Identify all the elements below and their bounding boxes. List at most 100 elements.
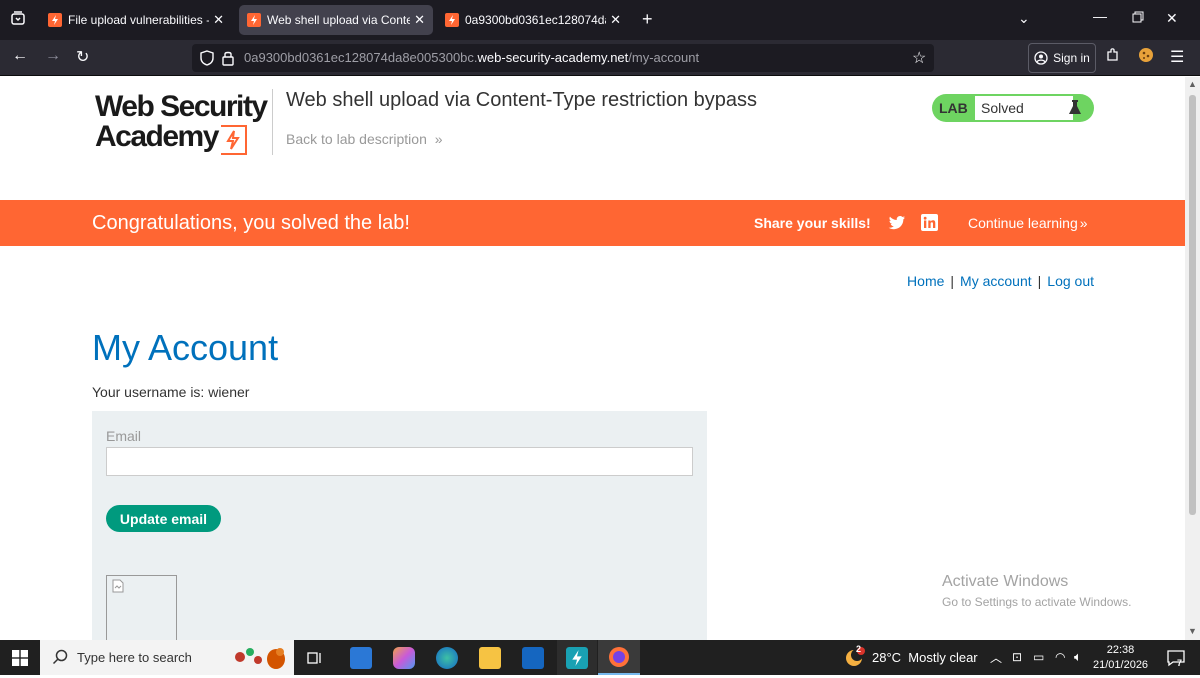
- tab-strip: File upload vulnerabilities - Port ✕ Web…: [0, 0, 1200, 40]
- battery-icon[interactable]: ▭: [1033, 650, 1044, 664]
- search-placeholder: Type here to search: [77, 650, 192, 665]
- logo-line2[interactable]: Academy: [95, 121, 219, 153]
- portswigger-icon: [48, 13, 62, 27]
- clock-date: 21/01/2026: [1093, 659, 1149, 671]
- update-email-button[interactable]: Update email: [106, 505, 221, 532]
- outlook-icon[interactable]: [522, 647, 544, 669]
- username-text: Your username is: wiener: [92, 384, 250, 400]
- page-scrollbar[interactable]: ▲ ▼: [1185, 77, 1200, 640]
- edge-icon[interactable]: [436, 647, 458, 669]
- tab-file-upload[interactable]: File upload vulnerabilities - Port ✕: [40, 5, 232, 35]
- clock-time: 22:38: [1106, 644, 1135, 656]
- file-explorer-icon[interactable]: [479, 647, 501, 669]
- web-page: Web Security Academy Web shell upload vi…: [0, 77, 1185, 640]
- email-field[interactable]: [106, 447, 693, 476]
- task-view-icon[interactable]: [307, 650, 323, 669]
- lab-title: Web shell upload via Content-Type restri…: [286, 89, 757, 111]
- my-account-link[interactable]: My account: [960, 273, 1032, 289]
- system-clock[interactable]: 22:38 21/01/2026: [1093, 643, 1148, 673]
- menu-icon[interactable]: ☰: [1170, 47, 1184, 67]
- cookie-extension-icon[interactable]: [1138, 47, 1154, 68]
- forward-arrow-icon[interactable]: →: [45, 47, 61, 65]
- chevrons-right-icon: »: [1079, 215, 1088, 231]
- portswigger-icon: [247, 13, 261, 27]
- lock-icon[interactable]: [222, 50, 234, 71]
- activate-windows-title: Activate Windows: [942, 573, 1069, 590]
- taskbar-firefox-button[interactable]: [598, 640, 640, 675]
- notification-count: 7: [1177, 658, 1183, 668]
- reload-icon[interactable]: ↻: [76, 47, 89, 67]
- top-nav: Home | My account | Log out: [907, 273, 1094, 289]
- header-divider: [272, 89, 273, 155]
- broken-image-icon: [112, 579, 124, 593]
- page-title: My Account: [92, 327, 279, 368]
- tab-lab-instance[interactable]: 0a9300bd0361ec128074da8e00 ✕: [437, 5, 629, 35]
- close-tab-icon[interactable]: ✕: [610, 12, 621, 28]
- nav-separator: |: [950, 273, 955, 289]
- notifications-icon[interactable]: [1166, 648, 1186, 673]
- meet-now-icon[interactable]: ⊡: [1012, 650, 1022, 664]
- firefox-icon: [609, 647, 629, 667]
- volume-icon[interactable]: 🔈︎: [1074, 649, 1082, 665]
- close-tab-icon[interactable]: ✕: [213, 12, 224, 28]
- chevron-down-icon[interactable]: ⌄: [1018, 10, 1030, 27]
- linkedin-icon[interactable]: [921, 214, 938, 236]
- nav-bar: ← → ↻ 0a9300bd0361ec128074da8e005300bc.w…: [0, 40, 1200, 76]
- copilot-icon[interactable]: [393, 647, 415, 669]
- extensions-icon[interactable]: [1105, 47, 1121, 68]
- chevrons-right-icon: »: [434, 131, 443, 147]
- logo-line1[interactable]: Web Security: [95, 91, 268, 123]
- weather-icon[interactable]: [844, 646, 866, 673]
- account-icon: [1034, 51, 1048, 65]
- url-bar[interactable]: 0a9300bd0361ec128074da8e005300bc.web-sec…: [192, 44, 934, 72]
- tab-web-shell-upload[interactable]: Web shell upload via Content-T ✕: [239, 5, 433, 35]
- scroll-down-icon[interactable]: ▼: [1188, 626, 1197, 636]
- wifi-icon[interactable]: ◠: [1055, 650, 1065, 664]
- weather-text[interactable]: 28°C Mostly clear: [872, 650, 978, 665]
- twitter-icon[interactable]: [888, 215, 906, 236]
- windows-start-icon[interactable]: [12, 650, 28, 671]
- back-link-label: Back to lab description: [286, 131, 427, 147]
- continue-learning-link[interactable]: Continue learning»: [968, 215, 1088, 231]
- flask-icon: [1069, 100, 1081, 114]
- squirrel-illustration-icon: [230, 643, 290, 678]
- tab-list-icon[interactable]: [10, 10, 26, 31]
- taskbar-portswigger-button[interactable]: [557, 640, 597, 675]
- new-tab-icon[interactable]: +: [642, 9, 653, 30]
- email-label: Email: [106, 428, 142, 444]
- close-tab-icon[interactable]: ✕: [414, 12, 425, 28]
- sign-in-button[interactable]: Sign in: [1028, 43, 1096, 73]
- continue-learning-label: Continue learning: [968, 215, 1078, 231]
- lab-status-text: Solved: [975, 96, 1073, 120]
- congratulations-message: Congratulations, you solved the lab!: [92, 212, 410, 234]
- share-skills-label: Share your skills!: [754, 215, 871, 231]
- sign-in-label: Sign in: [1053, 51, 1090, 65]
- close-window-icon[interactable]: ✕: [1166, 10, 1178, 27]
- portswigger-icon: [566, 647, 588, 669]
- minimize-icon[interactable]: —: [1093, 8, 1107, 24]
- url-text[interactable]: 0a9300bd0361ec128074da8e005300bc.web-sec…: [244, 50, 699, 65]
- home-link[interactable]: Home: [907, 273, 944, 289]
- log-out-link[interactable]: Log out: [1047, 273, 1094, 289]
- activate-windows-subtitle: Go to Settings to activate Windows.: [942, 595, 1132, 609]
- back-to-lab-link[interactable]: Back to lab description »: [286, 131, 443, 147]
- restore-icon[interactable]: [1132, 10, 1144, 28]
- microsoft-store-icon[interactable]: [350, 647, 372, 669]
- back-arrow-icon[interactable]: ←: [12, 47, 28, 65]
- portswigger-icon: [445, 13, 459, 27]
- tab-title: File upload vulnerabilities - Port: [68, 13, 209, 27]
- tab-title: 0a9300bd0361ec128074da8e00: [465, 13, 606, 27]
- chevron-up-icon[interactable]: ︿: [990, 649, 1002, 666]
- weather-badge: 2: [856, 644, 862, 654]
- taskbar-search[interactable]: Type here to search: [40, 640, 294, 675]
- shield-icon[interactable]: [200, 50, 214, 71]
- bookmark-star-icon[interactable]: ☆: [912, 48, 926, 68]
- scroll-up-icon[interactable]: ▲: [1188, 79, 1197, 89]
- solved-banner: Congratulations, you solved the lab! Sha…: [0, 200, 1185, 246]
- scrollbar-thumb[interactable]: [1189, 95, 1196, 515]
- update-email-form: Email Update email: [92, 411, 707, 640]
- nav-separator: |: [1037, 273, 1042, 289]
- logo-bolt-icon: [221, 125, 247, 155]
- lab-status-badge: LAB Solved: [932, 94, 1094, 122]
- tab-title: Web shell upload via Content-T: [267, 13, 411, 27]
